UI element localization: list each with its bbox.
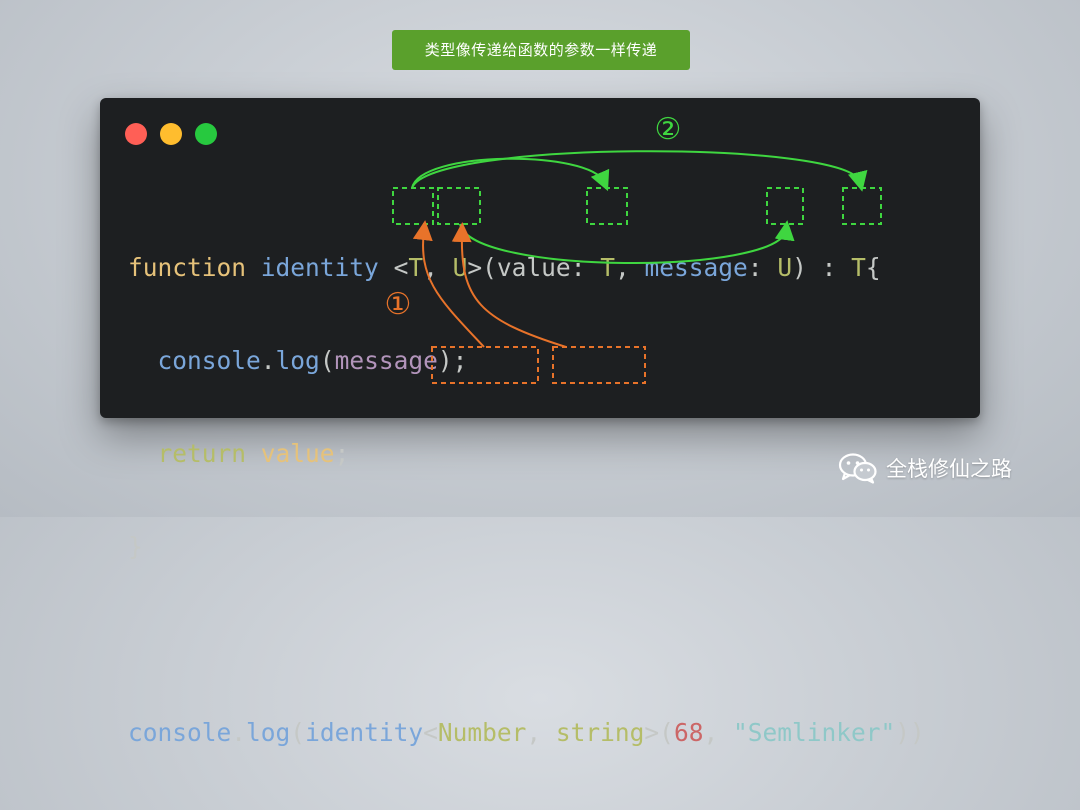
param-value: value <box>496 253 571 282</box>
console-object: console <box>157 346 261 375</box>
console-object: console <box>128 718 232 747</box>
code-window: function identity <T, U>(value: T, messa… <box>100 98 980 747</box>
close-window-button[interactable] <box>125 123 147 145</box>
generic-close: > <box>467 253 483 282</box>
string-arg: "Semlinker" <box>732 718 896 747</box>
watermark-text: 全栈修仙之路 <box>886 457 1012 481</box>
watermark: 全栈修仙之路 <box>838 450 1012 486</box>
brace-close: } <box>128 532 143 561</box>
keyword-function: function <box>128 253 247 282</box>
code-line-3: return value; <box>128 438 925 469</box>
comma: , <box>526 718 542 747</box>
number-arg: 68 <box>673 718 704 747</box>
paren-close: ) <box>792 253 807 282</box>
function-name: identity <box>260 253 379 282</box>
identity-call: identity <box>305 718 424 747</box>
comma: , <box>703 718 719 747</box>
paren-open: ( <box>319 346 335 375</box>
code-line-1: function identity <T, U>(value: T, messa… <box>128 252 925 283</box>
keyword-return: return <box>157 439 247 468</box>
title-banner: 类型像传递给函数的参数一样传递 <box>392 30 690 70</box>
dot: . <box>260 346 276 375</box>
code-line-6: console.log(identity<Number, string>(68,… <box>128 717 925 748</box>
semicolon: ; <box>334 439 350 468</box>
type-arg-string: string <box>555 718 645 747</box>
code-line-4: } <box>128 531 925 562</box>
generic-open: < <box>393 253 409 282</box>
minimize-window-button[interactable] <box>160 123 182 145</box>
colon: : <box>570 253 586 282</box>
paren-open: ( <box>290 718 306 747</box>
paren-open: ( <box>482 253 497 282</box>
colon: : <box>747 253 763 282</box>
log-method: log <box>275 346 320 375</box>
type-arg-number: Number <box>437 718 527 747</box>
colon: : <box>821 253 837 282</box>
brace-open: { <box>865 253 881 282</box>
generic-close: > <box>644 718 660 747</box>
type-param-T: T <box>408 253 424 282</box>
type-param-U: U <box>452 253 468 282</box>
comma: , <box>614 253 630 282</box>
message-arg: message <box>334 346 438 375</box>
paren-close: )) <box>895 718 925 747</box>
code-block: function identity <T, U>(value: T, messa… <box>128 190 925 810</box>
paren-close: ); <box>437 346 468 375</box>
maximize-window-button[interactable] <box>195 123 217 145</box>
wechat-icon <box>838 452 878 484</box>
param-message-type: U <box>777 253 793 282</box>
param-message: message <box>644 253 748 282</box>
generic-open: < <box>423 718 438 747</box>
comma: , <box>423 253 438 282</box>
log-method: log <box>246 718 291 747</box>
code-line-2: console.log(message); <box>128 345 925 376</box>
dot: . <box>231 718 247 747</box>
param-value-type: T <box>600 253 615 282</box>
paren-open: ( <box>659 718 674 747</box>
return-type: T <box>851 253 866 282</box>
return-value: value <box>260 439 335 468</box>
